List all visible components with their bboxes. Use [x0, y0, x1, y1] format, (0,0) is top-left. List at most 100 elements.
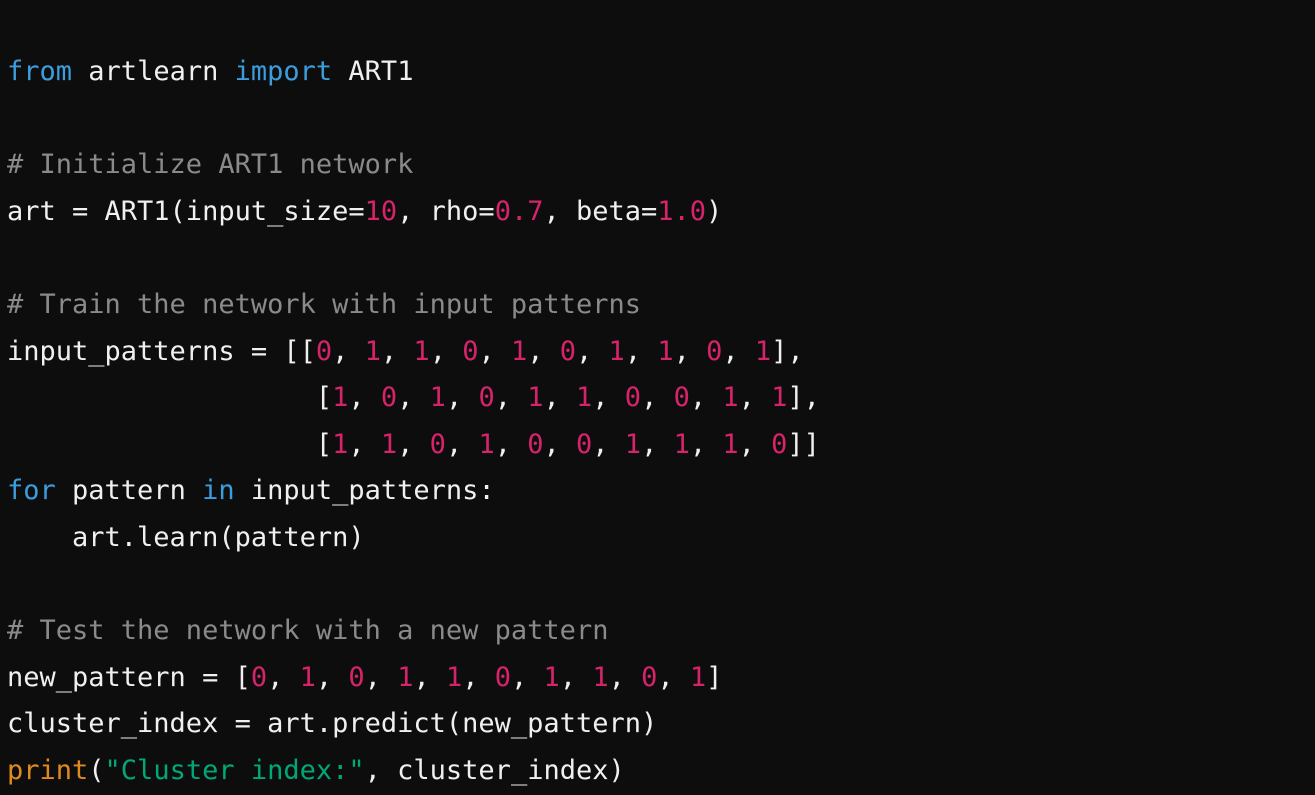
token-kw: for	[7, 475, 56, 507]
token-num: 1	[592, 661, 609, 693]
token-num: 0	[576, 428, 593, 460]
token-plain: ,	[380, 335, 414, 367]
token-plain: new_pattern = [	[7, 661, 251, 693]
token-num: 0	[348, 661, 365, 693]
token-plain: ,	[397, 382, 430, 414]
token-plain: input_patterns = [[	[7, 335, 316, 367]
token-num: 1	[771, 382, 788, 414]
token-plain: ,	[445, 428, 479, 460]
token-num: 1	[299, 661, 316, 693]
token-plain: ,	[641, 428, 674, 460]
token-plain: ,	[738, 428, 772, 460]
token-num: 0	[559, 335, 577, 367]
token-plain: ,	[608, 661, 642, 693]
token-plain: ,	[462, 661, 495, 693]
token-plain: , beta=	[543, 195, 658, 227]
token-num: 0	[429, 428, 446, 460]
token-num: 1	[332, 428, 349, 460]
token-comment: # Train the network with input patterns	[7, 288, 641, 320]
token-str: "Cluster index:"	[104, 754, 365, 786]
token-num: 1	[624, 428, 642, 460]
token-num: 1	[478, 428, 495, 460]
token-plain: art.learn(pattern)	[7, 521, 365, 553]
token-num: 1	[689, 661, 707, 693]
token-plain: artlearn	[88, 56, 219, 87]
token-num: 1	[445, 661, 463, 693]
token-num: 1	[364, 335, 381, 367]
token-plain: ]	[706, 661, 723, 693]
token-plain: ,	[511, 661, 544, 693]
code-line: # Initialize ART1 network	[7, 142, 1315, 189]
token-plain: ,	[348, 428, 381, 460]
token-num: 1	[413, 335, 430, 367]
token-kw: import	[234, 56, 333, 87]
token-plain: ,	[543, 428, 577, 460]
token-plain: ,	[315, 661, 349, 693]
token-num: 1	[754, 335, 772, 367]
token-plain: ,	[445, 382, 479, 414]
token-plain: ,	[543, 382, 577, 414]
token-plain: ,	[657, 661, 690, 693]
code-line: ​	[7, 235, 1315, 282]
token-plain: ,	[689, 428, 723, 460]
code-line: # Test the network with a new pattern	[7, 608, 1315, 655]
token-num: 1	[429, 382, 446, 414]
token-num: 1	[608, 335, 625, 367]
token-plain: ,	[267, 661, 300, 693]
token-plain: ,	[348, 382, 381, 414]
code-line: art = ART1(input_size=10, rho=0.7, beta=…	[7, 189, 1315, 236]
token-num: 1	[332, 382, 349, 414]
token-comment: # Initialize ART1 network	[7, 149, 414, 181]
token-plain: ,	[738, 382, 772, 414]
token-num: 1	[722, 382, 739, 414]
token-num: 1.0	[657, 195, 707, 227]
token-num: 1	[380, 428, 398, 460]
token-plain: ,	[576, 335, 609, 367]
token-plain: ,	[559, 661, 593, 693]
token-plain: ART1	[348, 56, 414, 87]
token-kw: in	[202, 475, 235, 507]
token-plain: ,	[332, 335, 365, 367]
token-plain: ,	[364, 661, 398, 693]
token-num: 0	[624, 382, 642, 414]
token-plain: , cluster_index)	[364, 754, 625, 786]
token-plain: (	[88, 754, 105, 786]
token-num: 1	[673, 428, 690, 460]
code-line: [1, 0, 1, 0, 1, 1, 0, 0, 1, 1],	[7, 375, 1315, 422]
token-num: 0	[380, 382, 398, 414]
code-line: art.learn(pattern)	[7, 515, 1315, 562]
token-num: 0	[478, 382, 495, 414]
code-line: print("Cluster index:", cluster_index)	[7, 748, 1315, 795]
code-line: ​	[7, 562, 1315, 609]
token-num: 1	[657, 335, 674, 367]
code-line: cluster_index = art.predict(new_pattern)	[7, 701, 1315, 748]
token-num: 1	[510, 335, 528, 367]
token-num: 10	[364, 195, 398, 227]
token-plain: ],	[771, 335, 804, 367]
code-block[interactable]: from artlearn import ART1 ​ # Initialize A…	[0, 27, 1315, 786]
code-line: from artlearn import ART1	[7, 49, 1315, 96]
token-plain: ,	[413, 661, 446, 693]
token-num: 0	[250, 661, 268, 693]
token-plain: ,	[527, 335, 560, 367]
token-plain: ,	[494, 382, 528, 414]
token-plain: art = ART1(input_size=	[7, 195, 365, 227]
token-num: 0.7	[494, 195, 544, 227]
token-num: 1	[397, 661, 414, 693]
token-plain: )	[706, 195, 723, 227]
token-plain: ,	[429, 335, 463, 367]
code-line: # Train the network with input patterns	[7, 282, 1315, 329]
token-plain: ,	[592, 428, 625, 460]
token-plain: ,	[397, 428, 430, 460]
code-line: new_pattern = [0, 1, 0, 1, 1, 0, 1, 1, 0…	[7, 655, 1315, 702]
token-num: 0	[527, 428, 544, 460]
token-plain: [	[7, 382, 333, 414]
token-num: 0	[771, 428, 788, 460]
token-plain: ,	[673, 335, 707, 367]
token-num: 0	[462, 335, 479, 367]
token-kw: from	[7, 56, 73, 87]
token-plain: cluster_index = art.predict(new_pattern)	[7, 708, 658, 740]
token-num: 1	[722, 428, 739, 460]
